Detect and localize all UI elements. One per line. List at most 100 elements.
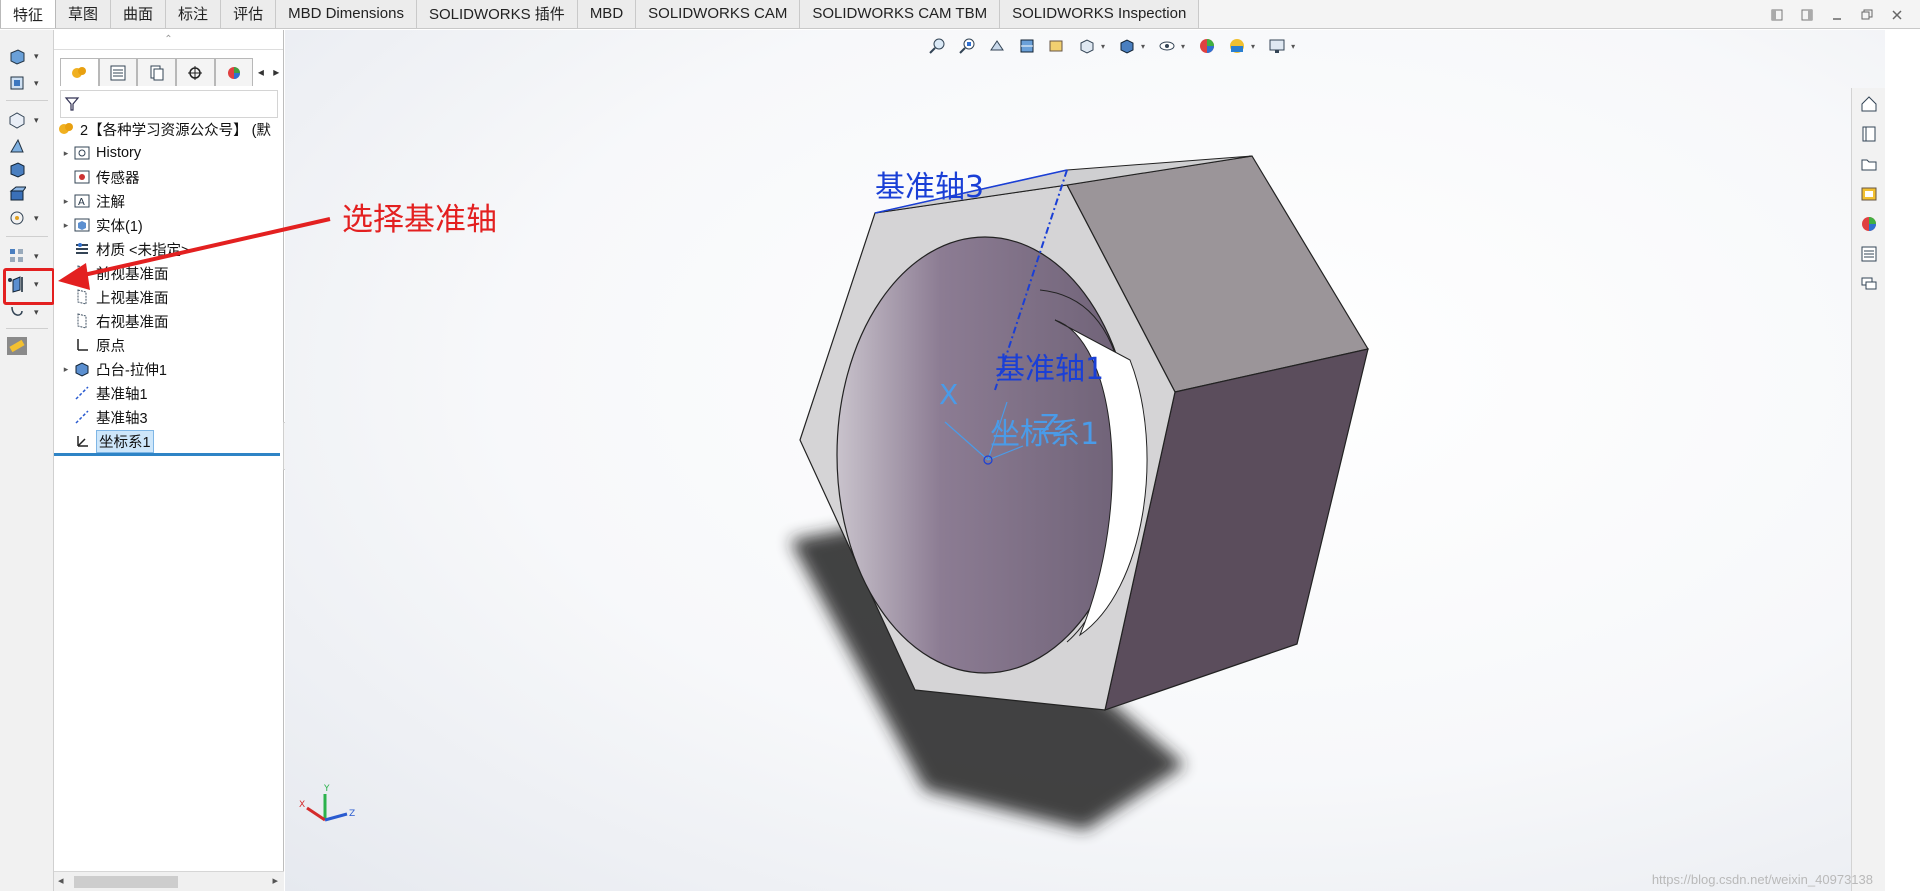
reference-triad: Y X Z [299,784,355,822]
triad-z-label: Z [349,809,355,819]
tree-item-label: History [96,145,142,161]
annotation-icon: A [72,192,92,210]
tab-mbd[interactable]: MBD [577,0,637,28]
tab-solidworks-inspection[interactable]: SOLIDWORKS Inspection [1000,0,1200,28]
chevron-down-icon[interactable]: ▾ [34,51,44,62]
custom-properties-icon[interactable] [1854,240,1884,268]
panel-grip[interactable]: ⌃ [54,30,283,50]
tab-solidworks-cam-tbm[interactable]: SOLIDWORKS CAM TBM [800,0,1001,28]
configuration-manager-icon [150,65,164,80]
command-manager-tabs: 特征 草图 曲面 标注 评估 MBD Dimensions SOLIDWORKS… [0,0,1920,29]
close-icon[interactable] [1888,6,1906,24]
dimxpert-icon [188,65,203,80]
tree-root-part[interactable]: 2【各种学习资源公众号】 (默 [56,118,271,140]
hex-nut-model[interactable]: 基准轴3 基准轴1 坐标系1 X Z [285,30,1885,891]
extruded-boss-button[interactable]: ▾ [6,44,50,68]
tree-item-label: 凸台-拉伸1 [96,362,167,379]
tree-item-label: 传感器 [96,170,140,187]
appearances-icon[interactable] [1854,210,1884,238]
divider [6,328,48,329]
expand-arrow-icon[interactable]: ▸ [60,220,72,231]
feature-tree-icon [72,66,87,78]
configuration-manager-tab[interactable] [137,58,176,86]
tile-right-icon[interactable] [1798,6,1816,24]
tree-item-material[interactable]: 材质 <未指定> [72,238,189,260]
feature-tree-tab[interactable] [60,58,99,86]
wrap-icon [6,184,28,204]
tab-surfaces[interactable]: 曲面 [111,0,167,28]
tree-item-origin[interactable]: 原点 [72,334,125,356]
restore-icon[interactable] [1858,6,1876,24]
origin-icon [72,336,92,354]
linear-pattern-button[interactable]: ▾ [6,244,50,268]
tree-item-annotations[interactable]: ▸ A 注解 [60,190,125,212]
tree-item-axis3[interactable]: 基准轴3 [72,406,148,428]
solidworks-resources-icon[interactable] [1854,90,1884,118]
fillet-button[interactable]: ▾ [6,108,50,132]
measure-button[interactable] [6,334,50,358]
horizontal-scrollbar[interactable]: ◂ ▸ [54,871,284,891]
tree-item-sensors[interactable]: 传感器 [72,166,140,188]
tree-item-top-plane[interactable]: 上视基准面 [72,286,169,308]
wrap-button[interactable] [6,182,50,206]
sensor-icon [72,168,92,186]
chevron-down-icon[interactable]: ▾ [34,78,44,89]
plane-icon [72,264,92,282]
tree-item-label: 注解 [96,194,125,211]
tree-item-right-plane[interactable]: 右视基准面 [72,310,169,332]
curves-button[interactable]: ▾ [6,206,50,230]
fillet-icon [6,110,28,130]
measure-icon [6,336,28,356]
tree-item-coordinate-system1[interactable]: 坐标系1 [72,429,154,453]
view-palette-icon[interactable] [1854,180,1884,208]
rollback-bar[interactable] [54,453,280,456]
chevron-down-icon[interactable]: ▾ [34,115,44,126]
scroll-right-icon[interactable]: ▸ [272,874,278,887]
scrollbar-thumb[interactable] [74,876,178,888]
tree-item-boss-extrude1[interactable]: ▸ 凸台-拉伸1 [60,358,167,380]
shell-button[interactable] [6,158,50,182]
linear-pattern-icon [6,246,28,266]
tabs-scroll-left[interactable]: ◂ [253,58,268,86]
tab-features[interactable]: 特征 [0,0,57,28]
label-datum-axis1[interactable]: 基准轴1 [995,352,1104,387]
file-explorer-icon[interactable] [1854,150,1884,178]
feature-manager-panel: ⌃ ◂ ▸ 2【各种学习资源公众号】 (默 ▸ History 传感器 ▸ A … [54,30,284,891]
solid-bodies-icon [72,216,92,234]
tree-item-solid-bodies[interactable]: ▸ 实体(1) [60,214,143,236]
feature-manager-tabs: ◂ ▸ [54,58,284,86]
expand-arrow-icon[interactable]: ▸ [60,148,72,159]
chevron-down-icon[interactable]: ▾ [34,251,44,262]
label-datum-axis3[interactable]: 基准轴3 [875,170,984,205]
extruded-cut-button[interactable]: ▾ [6,71,50,95]
expand-arrow-icon[interactable]: ▸ [60,196,72,207]
tree-item-history[interactable]: ▸ History [60,142,141,164]
tree-item-axis1[interactable]: 基准轴1 [72,382,148,404]
tab-mbd-dimensions[interactable]: MBD Dimensions [276,0,417,28]
feature-tree-filter[interactable] [60,90,278,118]
tile-left-icon[interactable] [1768,6,1786,24]
tab-markup[interactable]: 标注 [166,0,222,28]
label-coord-x: X [939,378,958,411]
graphics-area[interactable]: ▾ ▾ ▾ ▾ ▾ 基准轴3 基准轴1 坐标系1 X Z Y X Z https… [285,30,1885,891]
tabs-scroll-right[interactable]: ▸ [269,58,284,86]
chevron-down-icon[interactable]: ▾ [34,213,44,224]
tab-sketch[interactable]: 草图 [56,0,112,28]
chevron-down-icon[interactable]: ▾ [34,307,44,318]
extruded-cut-icon [6,73,28,93]
expand-arrow-icon[interactable]: ▸ [60,364,72,375]
property-manager-tab[interactable] [98,58,138,86]
curves-icon [6,208,28,228]
tab-solidworks-addins[interactable]: SOLIDWORKS 插件 [416,0,578,28]
forum-icon[interactable] [1854,270,1884,298]
extrude-icon [72,360,92,378]
rib-button[interactable] [6,134,50,158]
tree-item-front-plane[interactable]: 前视基准面 [72,262,169,284]
display-manager-tab[interactable] [214,58,254,86]
tab-solidworks-cam[interactable]: SOLIDWORKS CAM [636,0,801,28]
dimxpert-tab[interactable] [175,58,215,86]
tab-evaluate[interactable]: 评估 [221,0,277,28]
scroll-left-icon[interactable]: ◂ [58,874,64,887]
minimize-icon[interactable] [1828,6,1846,24]
design-library-icon[interactable] [1854,120,1884,148]
